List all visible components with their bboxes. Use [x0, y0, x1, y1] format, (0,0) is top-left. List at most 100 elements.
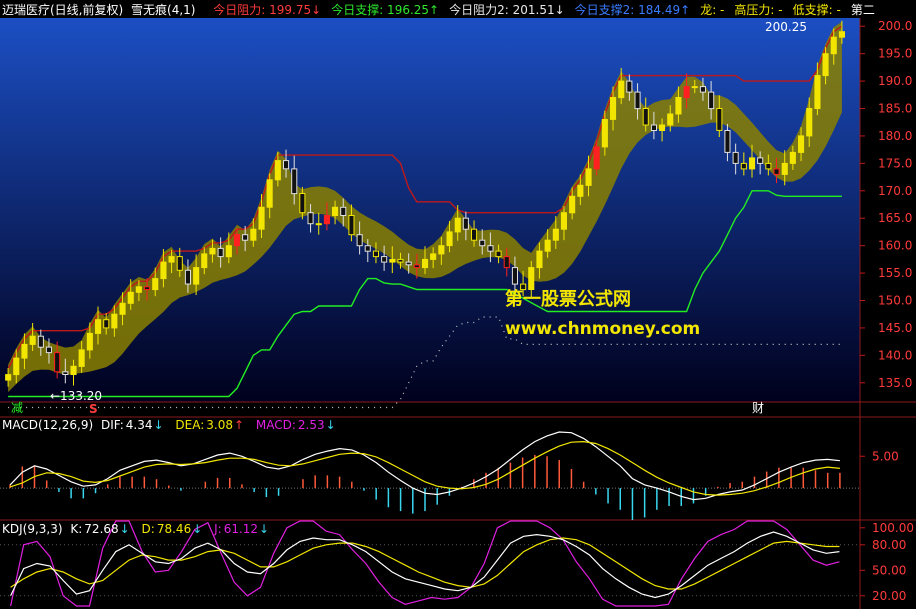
candle-body: [814, 75, 821, 109]
candle-body: [233, 234, 240, 247]
candle-body: [691, 86, 698, 89]
candle-body: [95, 319, 102, 334]
header-item-3: 今日支撑2: 184.49↑: [574, 3, 691, 17]
candle-body: [446, 231, 453, 247]
j-arrow: ↓: [259, 522, 270, 536]
candle-body: [585, 168, 592, 186]
candle-body: [356, 234, 363, 247]
candle-body: [806, 108, 813, 137]
candle-body: [291, 168, 298, 195]
kdj-tick-label: 80.00: [872, 538, 906, 552]
candle-body: [544, 239, 551, 252]
candle-body: [487, 245, 494, 252]
candle-body: [315, 223, 322, 226]
dea-label: DEA:: [175, 418, 205, 432]
macd-tick-label: 5.00: [872, 449, 899, 463]
macd-header: MACD(12,26,9) DIF: 4.34↓ DEA: 3.08↑ MACD: 2…: [2, 418, 340, 432]
price-tick-label: 170.0: [878, 184, 912, 198]
candle-body: [471, 228, 478, 241]
candle-body: [495, 250, 502, 258]
candle-body: [830, 36, 837, 55]
candle-body: [593, 146, 600, 170]
candle-body: [21, 343, 28, 359]
candle-body: [789, 151, 796, 164]
candle-body: [389, 258, 396, 263]
candle-body: [103, 319, 110, 329]
candle-body: [757, 157, 764, 164]
price-tick-label: 160.0: [878, 239, 912, 253]
candle-body: [29, 335, 36, 345]
candle-body: [552, 228, 559, 241]
signal-marker-s: S: [89, 402, 98, 416]
candle-body: [372, 250, 379, 258]
candle-body: [111, 313, 118, 329]
candle-body: [732, 151, 739, 164]
candle-body: [405, 261, 412, 266]
dif-label: DIF:: [100, 418, 124, 432]
candle-body: [413, 264, 420, 269]
candle-body: [724, 130, 731, 153]
candle-body: [454, 217, 461, 233]
d-label: D:: [141, 522, 155, 536]
header-item-4: 龙: -: [700, 3, 725, 17]
candle-body: [610, 97, 617, 120]
candle-body: [193, 267, 200, 285]
dif-value: 4.34: [125, 418, 153, 432]
candle-body: [13, 357, 20, 376]
chart-header: 迈瑞医疗(日线,前复权) 雪无痕(4,1) 今日阻力: 199.75↓ 今日支撑:…: [2, 3, 889, 17]
candle-body: [242, 234, 249, 241]
candle-body: [838, 31, 846, 38]
header-item-5: 高压力: -: [734, 3, 783, 17]
candle-body: [569, 195, 576, 214]
candle-body: [127, 291, 134, 304]
header-items: 今日阻力: 199.75↓ 今日支撑: 196.25↑ 今日阻力2: 201.51↓…: [213, 3, 885, 17]
candle-body: [176, 256, 183, 271]
signal-marker-cai: 财: [752, 401, 765, 415]
price-tick-label: 175.0: [878, 156, 912, 170]
candle-body: [479, 239, 486, 247]
candle-body: [438, 245, 445, 255]
candle-body: [62, 371, 69, 375]
low-price-label: ←133.20: [50, 389, 103, 403]
candle-body: [266, 179, 273, 208]
macd-value: 2.53: [297, 418, 325, 432]
candle-body: [201, 253, 208, 269]
candle-body: [634, 91, 641, 110]
macd-label: MACD:: [255, 418, 296, 432]
price-tick-label: 180.0: [878, 129, 912, 143]
j-value: 61.12: [223, 522, 259, 536]
dea-arrow: ↑: [233, 418, 245, 432]
candle-body: [86, 332, 93, 351]
header-item-0: 今日阻力: 199.75↓: [213, 3, 322, 17]
candle-body: [119, 302, 126, 315]
price-tick-label: 165.0: [878, 211, 912, 225]
candle-body: [659, 124, 666, 131]
watermark-title: 第一股票公式网: [505, 289, 631, 310]
stock-chart: 135.0 140.0 145.0 150.0 155.0 160.0 165.0 170.0…: [0, 0, 916, 609]
candle-body: [422, 258, 429, 269]
header-item-7: 第二: [850, 3, 875, 17]
candle-body: [37, 335, 44, 348]
candle-body: [716, 108, 723, 131]
candle-body: [283, 160, 290, 170]
candle-body: [577, 184, 584, 197]
candle-body: [675, 97, 682, 115]
candle-body: [184, 269, 191, 285]
candle-body: [78, 349, 85, 367]
watermark-url: www.chnmoney.com: [505, 319, 701, 339]
candle-body: [699, 86, 707, 93]
k-line: [10, 531, 840, 599]
kdj-tick-label: 100.00: [872, 521, 914, 535]
candle-body: [323, 215, 330, 225]
macd-title: MACD(12,26,9): [2, 418, 94, 432]
dif-arrow: ↓: [153, 418, 164, 432]
price-tick-label: 190.0: [878, 74, 912, 88]
candle-body: [45, 346, 53, 354]
candle-body: [381, 256, 388, 263]
candle-body: [70, 365, 77, 375]
candle-body: [740, 162, 747, 170]
kdj-header: KDJ(9,3,3) K: 72.68↓ D: 78.46↓ J: 61.12↓: [2, 522, 273, 536]
candle-body: [299, 193, 306, 214]
k-label: K:: [70, 522, 83, 536]
kdj-tick-label: 20.00: [872, 589, 906, 603]
